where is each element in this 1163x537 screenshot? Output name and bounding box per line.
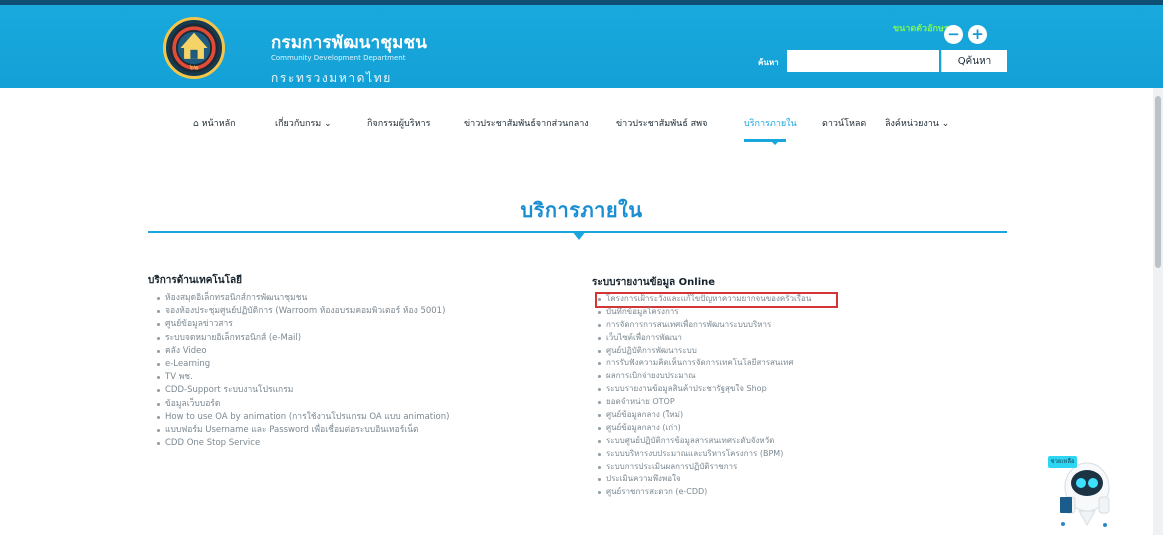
list-item[interactable]: แบบฟอร์ม Username และ Password เพื่อเชื่… [155, 424, 449, 437]
nav-item-executive-activities[interactable]: กิจกรรมผู้บริหาร [367, 116, 430, 130]
list-item[interactable]: ระบบบริหารงบประมาณและบริหารโครงการ (BPM) [596, 448, 811, 461]
site-header: ๖๒ กรมการพัฒนาชุมชน Community Developmen… [0, 0, 1163, 88]
list-item[interactable]: คลัง Video [155, 345, 449, 358]
list-item[interactable]: ระบบการประเมินผลการปฏิบัติราชการ [596, 461, 811, 474]
department-name: กรมการพัฒนาชุมชน [271, 33, 428, 53]
list-item[interactable]: ศูนย์ข้อมูลกลาง (เก่า) [596, 422, 811, 435]
list-item[interactable]: ประเมินความพึงพอใจ [596, 473, 811, 486]
font-size-label: ขนาดตัวอักษร [893, 24, 949, 34]
list-item[interactable]: การรับฟังความคิดเห็นการจัดการเทคโนโลยีสา… [596, 357, 811, 370]
title-divider-notch-icon [572, 231, 586, 240]
nav-item-home[interactable]: ⌂ หน้าหลัก [193, 116, 236, 130]
chat-assistant-widget[interactable]: ช่วยเหลือ [1044, 445, 1116, 533]
list-item[interactable]: ระบบรายงานข้อมูลสินค้าประชารัฐสุขใจ Shop [596, 383, 811, 396]
department-english-name: Community Development Department [271, 54, 406, 62]
list-item[interactable]: ศูนย์ราชการสะดวก (e-CDD) [596, 486, 811, 499]
list-item[interactable]: ข้อมูลเว็บบอร์ด [155, 398, 449, 411]
list-item[interactable]: ผลการเบิกจ่ายงบประมาณ [596, 370, 811, 383]
list-item[interactable]: CDD One Stop Service [155, 437, 449, 450]
list-item[interactable]: How to use OA by animation (การใช้งานโปร… [155, 411, 449, 424]
list-item[interactable]: ศูนย์ปฏิบัติการพัฒนาระบบ [596, 345, 811, 358]
font-decrease-button[interactable]: − [944, 25, 963, 44]
list-item[interactable]: e-Learning [155, 358, 449, 371]
nav-item-provincial-news[interactable]: ข่าวประชาสัมพันธ์ สพจ [616, 116, 707, 130]
font-increase-button[interactable]: + [968, 25, 987, 44]
scrollbar-thumb[interactable] [1155, 96, 1161, 268]
list-item[interactable]: ระบบจดหมายอิเล็กทรอนิกส์ (e-Mail) [155, 332, 449, 345]
nav-item-internal-services[interactable]: บริการภายใน [744, 116, 797, 130]
technology-services-heading: บริการด้านเทคโนโลยี [148, 275, 242, 286]
list-item[interactable]: เว็บไซต์เพื่อการพัฒนา [596, 332, 811, 345]
nav-item-downloads[interactable]: ดาวน์โหลด [822, 116, 866, 130]
home-icon: ⌂ [193, 119, 202, 129]
online-reporting-heading: ระบบรายงานข้อมูล Online [592, 277, 716, 288]
search-label: ค้นหา [758, 58, 779, 67]
nav-item-about[interactable]: เกี่ยวกับกรม ⌄ [275, 116, 332, 130]
list-item[interactable]: บันทึกข้อมูลโครงการ [596, 306, 811, 319]
ministry-name: กระทรวงมหาดไทย [271, 71, 392, 85]
nav-item-central-news[interactable]: ข่าวประชาสัมพันธ์จากส่วนกลาง [464, 116, 589, 130]
nav-item-agency-links[interactable]: ลิงค์หน่วยงาน ⌄ [885, 116, 949, 130]
assistant-help-badge[interactable]: ช่วยเหลือ [1048, 456, 1077, 468]
list-item[interactable]: การจัดการการสนเทศเพื่อการพัฒนาระบบบริหาร [596, 319, 811, 332]
search-button[interactable]: Qค้นหา [941, 50, 1007, 72]
svg-text:๖๒: ๖๒ [189, 63, 199, 72]
list-item[interactable]: ศูนย์ข้อมูลกลาง (ใหม่) [596, 409, 811, 422]
technology-services-list: ห้องสมุดอิเล็กทรอนิกส์การพัฒนาชุมชน จองห… [155, 292, 449, 450]
list-item[interactable]: ยอดจำหน่าย OTOP [596, 396, 811, 409]
list-item[interactable]: จองห้องประชุมศูนย์ปฏิบัติการ (Warroom ห้… [155, 305, 449, 318]
search-input[interactable] [787, 50, 939, 72]
list-item[interactable]: ศูนย์ข้อมูลข่าวสาร [155, 318, 449, 331]
list-item[interactable]: โครงการเฝ้าระวังและแก้ไขปัญหาความยากจนขอ… [596, 293, 811, 306]
list-item[interactable]: ระบบศูนย์ปฏิบัติการข้อมูลสารสนเทศระดับจั… [596, 435, 811, 448]
list-item[interactable]: CDD-Support ระบบงานโปรแกรม [155, 384, 449, 397]
online-reporting-list: โครงการเฝ้าระวังและแก้ไขปัญหาความยากจนขอ… [596, 293, 811, 499]
list-item[interactable]: ห้องสมุดอิเล็กทรอนิกส์การพัฒนาชุมชน [155, 292, 449, 305]
active-nav-caret-icon [770, 140, 780, 145]
department-logo[interactable]: ๖๒ [163, 17, 225, 79]
page-title: บริการภายใน [520, 198, 643, 222]
list-item[interactable]: TV พช. [155, 371, 449, 384]
